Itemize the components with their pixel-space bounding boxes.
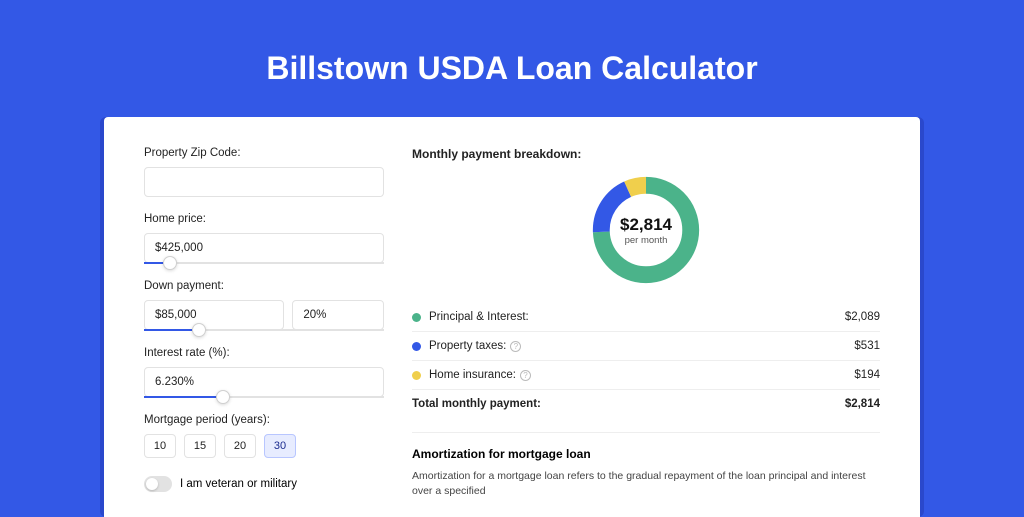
period-btn-20[interactable]: 20 [224,434,256,458]
breakdown-label: Home insurance:? [429,369,854,381]
breakdown-row: Principal & Interest:$2,089 [412,303,880,331]
veteran-label: I am veteran or military [180,478,297,490]
calculator-card: Property Zip Code: Home price: Down paym… [104,117,920,517]
total-label: Total monthly payment: [412,398,541,410]
breakdown-total-row: Total monthly payment: $2,814 [412,389,880,418]
donut-chart: $2,814 per month [587,171,705,289]
breakdown-value: $531 [854,340,880,352]
breakdown-title: Monthly payment breakdown: [412,147,880,161]
info-icon[interactable]: ? [510,341,521,352]
breakdown-label: Property taxes:? [429,340,854,352]
mortgage-period-group: Mortgage period (years): 10 15 20 30 [144,414,384,458]
breakdown-column: Monthly payment breakdown: $2,814 per mo… [412,147,880,497]
breakdown-label: Principal & Interest: [429,311,845,323]
bullet-icon [412,371,421,380]
mortgage-period-label: Mortgage period (years): [144,414,384,426]
donut-subtext: per month [625,235,668,246]
home-price-group: Home price: [144,213,384,264]
toggle-knob [146,478,158,490]
breakdown-value: $2,089 [845,311,880,323]
interest-rate-label: Interest rate (%): [144,347,384,359]
breakdown-row: Home insurance:?$194 [412,360,880,389]
donut-amount: $2,814 [620,215,672,235]
amortization-text: Amortization for a mortgage loan refers … [412,469,880,498]
period-btn-15[interactable]: 15 [184,434,216,458]
down-payment-percent-input[interactable] [292,300,384,330]
donut-chart-wrap: $2,814 per month [412,171,880,289]
veteran-toggle[interactable] [144,476,172,492]
bullet-icon [412,342,421,351]
zip-field-group: Property Zip Code: [144,147,384,197]
bullet-icon [412,313,421,322]
slider-thumb[interactable] [192,323,206,337]
page-title: Billstown USDA Loan Calculator [100,50,924,87]
amortization-title: Amortization for mortgage loan [412,447,880,461]
card-backdrop: Property Zip Code: Home price: Down paym… [100,117,924,517]
form-column: Property Zip Code: Home price: Down paym… [144,147,384,497]
veteran-toggle-row: I am veteran or military [144,476,384,492]
down-payment-group: Down payment: [144,280,384,331]
home-price-slider[interactable] [144,262,384,264]
down-payment-label: Down payment: [144,280,384,292]
down-payment-slider[interactable] [144,329,384,331]
period-btn-30[interactable]: 30 [264,434,296,458]
interest-rate-group: Interest rate (%): [144,347,384,398]
down-payment-amount-input[interactable] [144,300,284,330]
zip-label: Property Zip Code: [144,147,384,159]
period-btn-10[interactable]: 10 [144,434,176,458]
amortization-section: Amortization for mortgage loan Amortizat… [412,432,880,498]
breakdown-value: $194 [854,369,880,381]
breakdown-row: Property taxes:?$531 [412,331,880,360]
interest-rate-slider[interactable] [144,396,384,398]
total-value: $2,814 [845,398,880,410]
info-icon[interactable]: ? [520,370,531,381]
home-price-input[interactable] [144,233,384,263]
interest-rate-input[interactable] [144,367,384,397]
slider-thumb[interactable] [163,256,177,270]
zip-input[interactable] [144,167,384,197]
slider-thumb[interactable] [216,390,230,404]
home-price-label: Home price: [144,213,384,225]
